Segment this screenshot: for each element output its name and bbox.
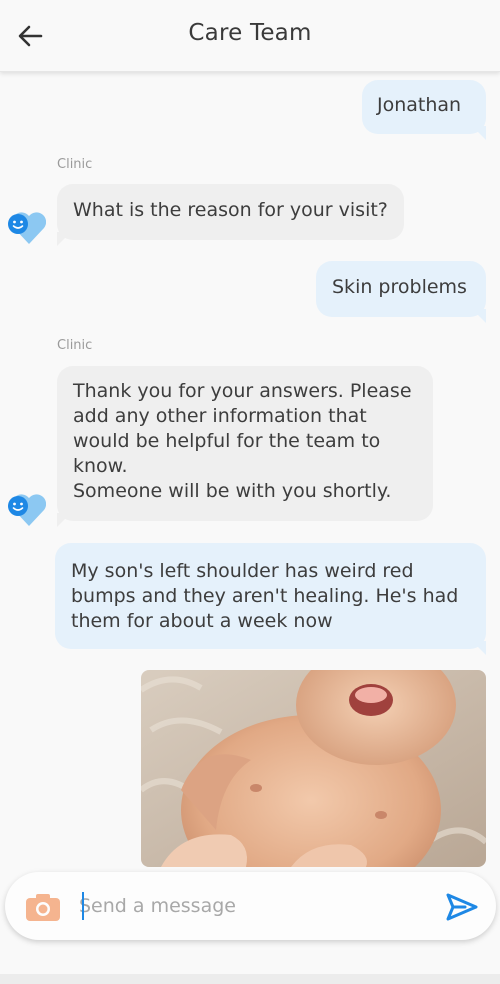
bubble-tail xyxy=(57,232,71,246)
baby-photo-image xyxy=(141,670,486,867)
message-line: would be helpful for the team to xyxy=(73,430,381,452)
message-text: Jonathan xyxy=(377,94,462,116)
incoming-message: What is the reason for your visit? xyxy=(57,184,404,240)
message-line: Someone will be with you shortly. xyxy=(73,480,392,502)
outgoing-message: My son's left shoulder has weird red bum… xyxy=(55,543,486,649)
app-header: Care Team xyxy=(0,0,500,72)
bubble-tail xyxy=(472,126,486,140)
attached-photo[interactable] xyxy=(141,670,486,867)
bubble-tail xyxy=(472,641,486,655)
clinic-avatar-icon xyxy=(8,212,46,244)
outgoing-message: Skin problems xyxy=(316,261,486,317)
message-line: add any other information that xyxy=(73,405,367,427)
camera-button[interactable] xyxy=(25,892,61,922)
sender-label: Clinic xyxy=(57,157,93,172)
send-button[interactable] xyxy=(445,892,479,922)
message-text: Skin problems xyxy=(332,276,467,298)
send-icon xyxy=(446,893,478,921)
bubble-tail xyxy=(472,309,486,323)
message-line: Thank you for your answers. Please xyxy=(73,380,412,402)
page-title: Care Team xyxy=(188,20,312,46)
message-composer xyxy=(5,872,496,940)
message-text: What is the reason for your visit? xyxy=(73,199,388,221)
clinic-avatar-icon xyxy=(8,494,46,526)
message-line: know. xyxy=(73,455,128,477)
sender-label: Clinic xyxy=(57,338,93,353)
message-line: them for about a week now xyxy=(71,610,333,632)
incoming-message: Thank you for your answers. Please add a… xyxy=(57,366,433,521)
outgoing-message: Jonathan xyxy=(362,80,486,134)
message-input[interactable] xyxy=(79,890,419,922)
text-cursor xyxy=(82,892,84,920)
message-line: bumps and they aren't healing. He's had xyxy=(71,585,459,607)
message-line: My son's left shoulder has weird red xyxy=(71,560,414,582)
bottom-bar xyxy=(0,974,500,984)
camera-icon xyxy=(26,894,60,921)
bubble-tail xyxy=(57,513,71,527)
